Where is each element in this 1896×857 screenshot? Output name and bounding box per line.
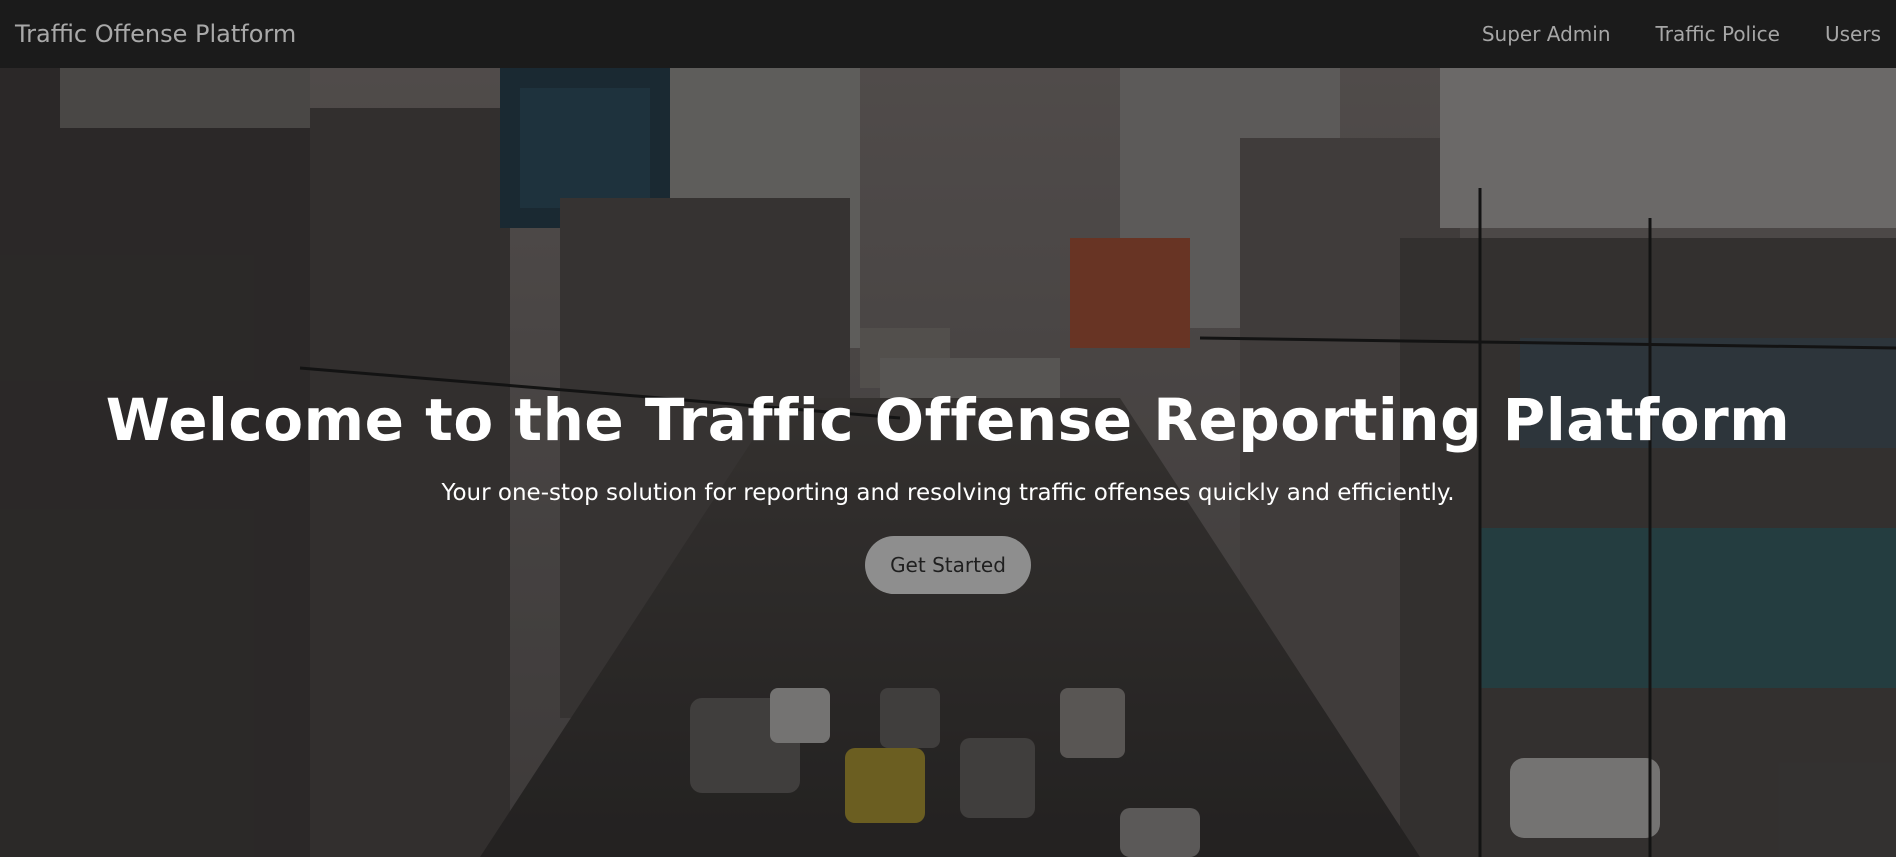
hero-section: Welcome to the Traffic Offense Reporting… (0, 68, 1896, 857)
hero-content: Welcome to the Traffic Offense Reporting… (0, 68, 1896, 857)
nav-link-super-admin[interactable]: Super Admin (1482, 22, 1611, 46)
hero-subtitle: Your one-stop solution for reporting and… (441, 480, 1455, 506)
nav-links: Super Admin Traffic Police Users (1437, 22, 1881, 46)
brand-link[interactable]: Traffic Offense Platform (15, 20, 296, 48)
hero-title: Welcome to the Traffic Offense Reporting… (105, 386, 1791, 454)
get-started-button[interactable]: Get Started (865, 536, 1031, 594)
top-navbar: Traffic Offense Platform Super Admin Tra… (0, 0, 1896, 68)
nav-link-users[interactable]: Users (1825, 22, 1881, 46)
nav-link-traffic-police[interactable]: Traffic Police (1656, 22, 1780, 46)
